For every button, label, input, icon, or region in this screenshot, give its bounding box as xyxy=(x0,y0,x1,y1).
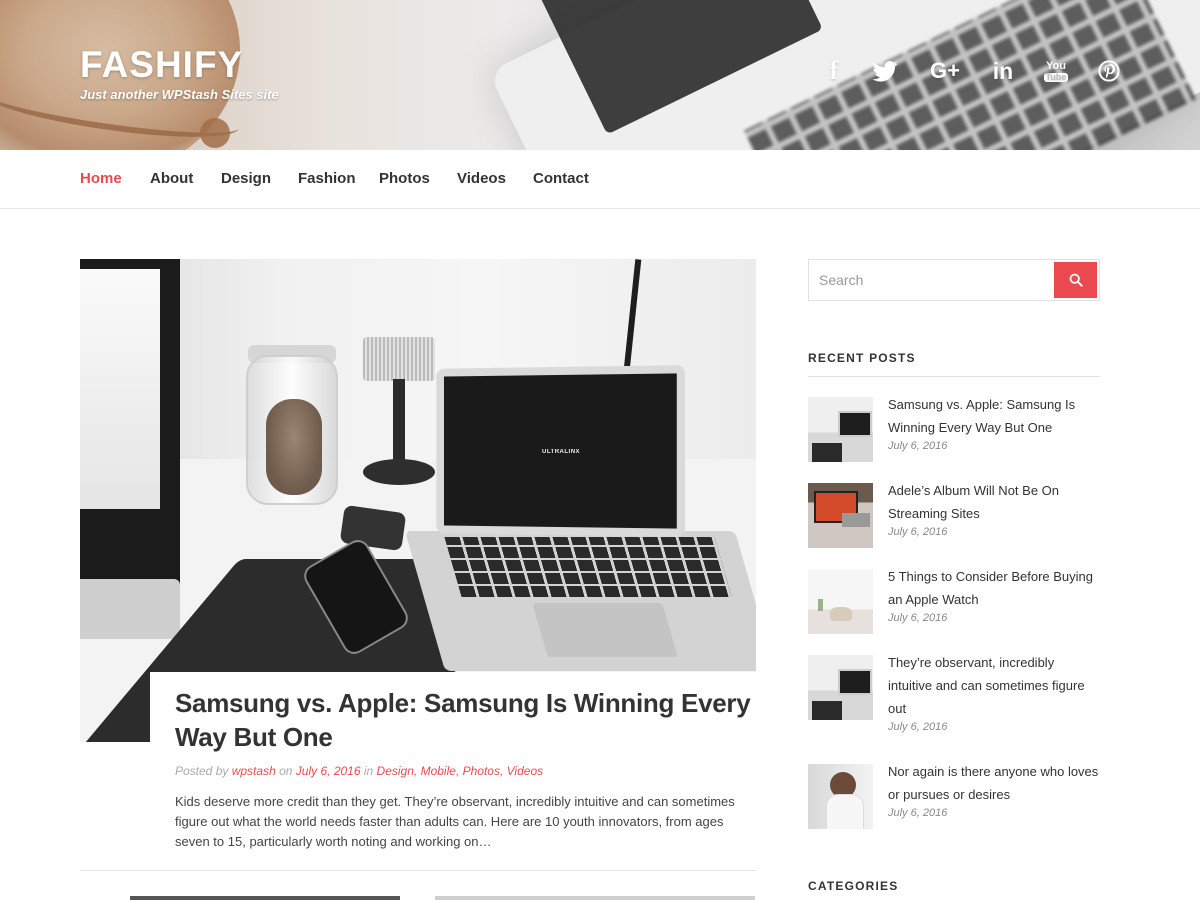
post-divider xyxy=(80,870,756,871)
category-link-videos[interactable]: Videos xyxy=(507,764,543,778)
categories-title: CATEGORIES xyxy=(808,879,899,893)
recent-post-item: Adele’s Album Will Not Be On Streaming S… xyxy=(808,483,1100,548)
site-tagline: Just another WPStash Sites site xyxy=(80,87,279,102)
recent-post-date: July 6, 2016 xyxy=(888,612,948,624)
recent-post-title[interactable]: They’re observant, incredibly intuitive … xyxy=(888,651,1100,720)
category-link-mobile[interactable]: Mobile xyxy=(421,764,456,778)
nav-item-contact[interactable]: Contact xyxy=(533,170,589,187)
nav-item-design[interactable]: Design xyxy=(221,170,271,187)
category-link-design[interactable]: Design xyxy=(377,764,414,778)
on-label: on xyxy=(279,764,293,778)
pinterest-glyph xyxy=(1098,60,1120,82)
image-speaker xyxy=(363,337,435,381)
recent-post-thumbnail[interactable] xyxy=(808,483,873,548)
twitter-bird-glyph xyxy=(872,60,898,82)
recent-posts-rule xyxy=(808,376,1100,377)
image-monitor-screen xyxy=(80,269,160,509)
recent-post-date: July 6, 2016 xyxy=(888,440,948,452)
recent-post-title[interactable]: Samsung vs. Apple: Samsung Is Winning Ev… xyxy=(888,393,1100,439)
pinterest-icon[interactable] xyxy=(1097,58,1121,84)
google-plus-icon[interactable]: G+ xyxy=(926,58,964,84)
recent-post-title[interactable]: Nor again is there anyone who loves or p… xyxy=(888,760,1100,806)
category-separator: , xyxy=(499,764,507,778)
image-speaker-base xyxy=(363,459,435,485)
nav-item-fashion[interactable]: Fashion xyxy=(298,170,356,187)
recent-post-thumbnail[interactable] xyxy=(808,655,873,720)
linkedin-icon[interactable]: in xyxy=(988,58,1018,84)
header-background-knot xyxy=(200,118,230,148)
recent-post-thumbnail[interactable] xyxy=(808,569,873,634)
image-speaker-pole xyxy=(393,379,405,467)
post-excerpt: Kids deserve more credit than they get. … xyxy=(175,794,735,849)
next-post-thumbnail[interactable] xyxy=(435,896,755,900)
recent-post-thumbnail[interactable] xyxy=(808,764,873,829)
nav-item-about[interactable]: About xyxy=(150,170,193,187)
category-link-photos[interactable]: Photos xyxy=(463,764,500,778)
post-author-link[interactable]: wpstash xyxy=(232,764,276,778)
recent-post-item: Nor again is there anyone who loves or p… xyxy=(808,764,1100,829)
site-header: FASHIFY Just another WPStash Sites site … xyxy=(0,0,1200,150)
search-widget xyxy=(808,259,1100,301)
twitter-icon[interactable] xyxy=(870,58,900,84)
featured-post-image[interactable]: ULTRALINX xyxy=(80,259,756,742)
category-separator: , xyxy=(413,764,421,778)
site-title[interactable]: FASHIFY xyxy=(80,44,243,86)
main-navigation: Home About Design Fashion Photos Videos … xyxy=(0,150,1200,209)
recent-post-item: They’re observant, incredibly intuitive … xyxy=(808,655,1100,733)
recent-post-date: July 6, 2016 xyxy=(888,526,948,538)
category-separator: , xyxy=(455,764,463,778)
youtube-icon-bottom: Tube xyxy=(1043,71,1069,82)
search-input[interactable] xyxy=(819,268,1049,292)
recent-post-title[interactable]: Adele’s Album Will Not Be On Streaming S… xyxy=(888,479,1100,525)
recent-posts-title: RECENT POSTS xyxy=(808,351,916,365)
recent-post-date: July 6, 2016 xyxy=(888,807,948,819)
nav-item-home[interactable]: Home xyxy=(80,170,122,187)
image-laptop-trackpad xyxy=(532,603,678,657)
image-laptop-keyboard xyxy=(444,537,732,597)
recent-post-thumbnail[interactable] xyxy=(808,397,873,462)
next-post-thumbnail[interactable] xyxy=(130,896,400,900)
post-title[interactable]: Samsung vs. Apple: Samsung Is Winning Ev… xyxy=(175,686,756,754)
image-laptop-screen-label: ULTRALINX xyxy=(542,449,581,455)
search-button[interactable] xyxy=(1054,262,1097,298)
in-label: in xyxy=(363,764,374,778)
post-date-link[interactable]: July 6, 2016 xyxy=(296,764,361,778)
nav-item-photos[interactable]: Photos xyxy=(379,170,430,187)
search-icon xyxy=(1069,273,1083,287)
recent-post-item: Samsung vs. Apple: Samsung Is Winning Ev… xyxy=(808,397,1100,462)
image-teddy-bear xyxy=(266,399,322,495)
nav-item-videos[interactable]: Videos xyxy=(457,170,506,187)
recent-post-item: 5 Things to Consider Before Buying an Ap… xyxy=(808,569,1100,634)
featured-post-card: Samsung vs. Apple: Samsung Is Winning Ev… xyxy=(150,672,756,872)
image-monitor-stand xyxy=(80,579,180,639)
posted-by-label: Posted by xyxy=(175,764,229,778)
youtube-icon[interactable]: You Tube xyxy=(1043,58,1069,84)
recent-post-title[interactable]: 5 Things to Consider Before Buying an Ap… xyxy=(888,565,1100,611)
youtube-icon-top: You xyxy=(1046,59,1066,72)
recent-post-date: July 6, 2016 xyxy=(888,721,948,733)
facebook-icon[interactable]: f xyxy=(824,56,844,85)
post-meta: Posted by wpstash on July 6, 2016 in Des… xyxy=(175,764,756,778)
